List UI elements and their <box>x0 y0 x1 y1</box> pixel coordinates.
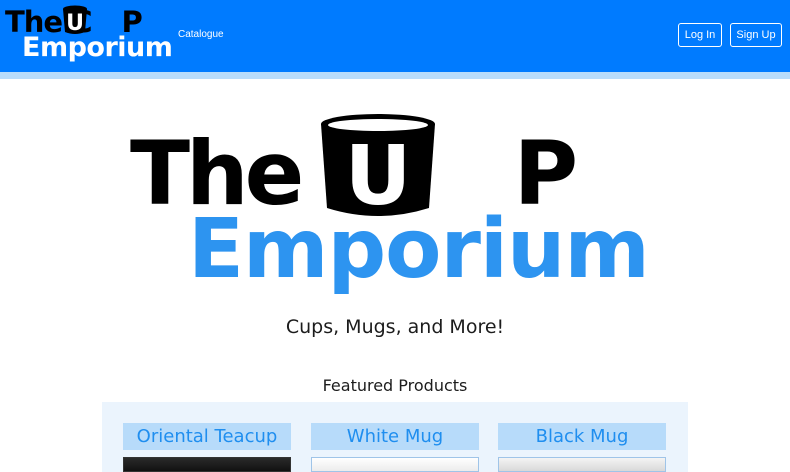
login-button[interactable]: Log In <box>678 23 722 47</box>
navbar-bottom-border <box>0 72 790 79</box>
brand-line2: Emporium <box>22 32 173 63</box>
product-image[interactable] <box>311 457 479 472</box>
signup-button[interactable]: Sign Up <box>730 23 782 47</box>
product-card-title[interactable]: Oriental Teacup <box>123 423 291 450</box>
product-card-title[interactable]: Black Mug <box>498 423 666 450</box>
product-card[interactable]: Oriental Teacup <box>123 423 291 472</box>
product-card[interactable]: Black Mug <box>498 423 666 472</box>
tagline: Cups, Mugs, and More! <box>285 316 505 338</box>
hero-logo: The CP U Emporium <box>130 110 670 305</box>
hero-logo-line2: Emporium <box>188 202 650 297</box>
featured-products-title: Featured Products <box>322 376 468 395</box>
product-card-title[interactable]: White Mug <box>311 423 479 450</box>
navbar: The CP U Emporium Catalogue Log In Sign … <box>0 0 790 72</box>
brand-logo[interactable]: The CP U Emporium <box>5 5 173 63</box>
nav-link-catalogue[interactable]: Catalogue <box>178 29 224 40</box>
product-image[interactable] <box>498 457 666 472</box>
product-image[interactable] <box>123 457 291 472</box>
product-card[interactable]: White Mug <box>311 423 479 472</box>
